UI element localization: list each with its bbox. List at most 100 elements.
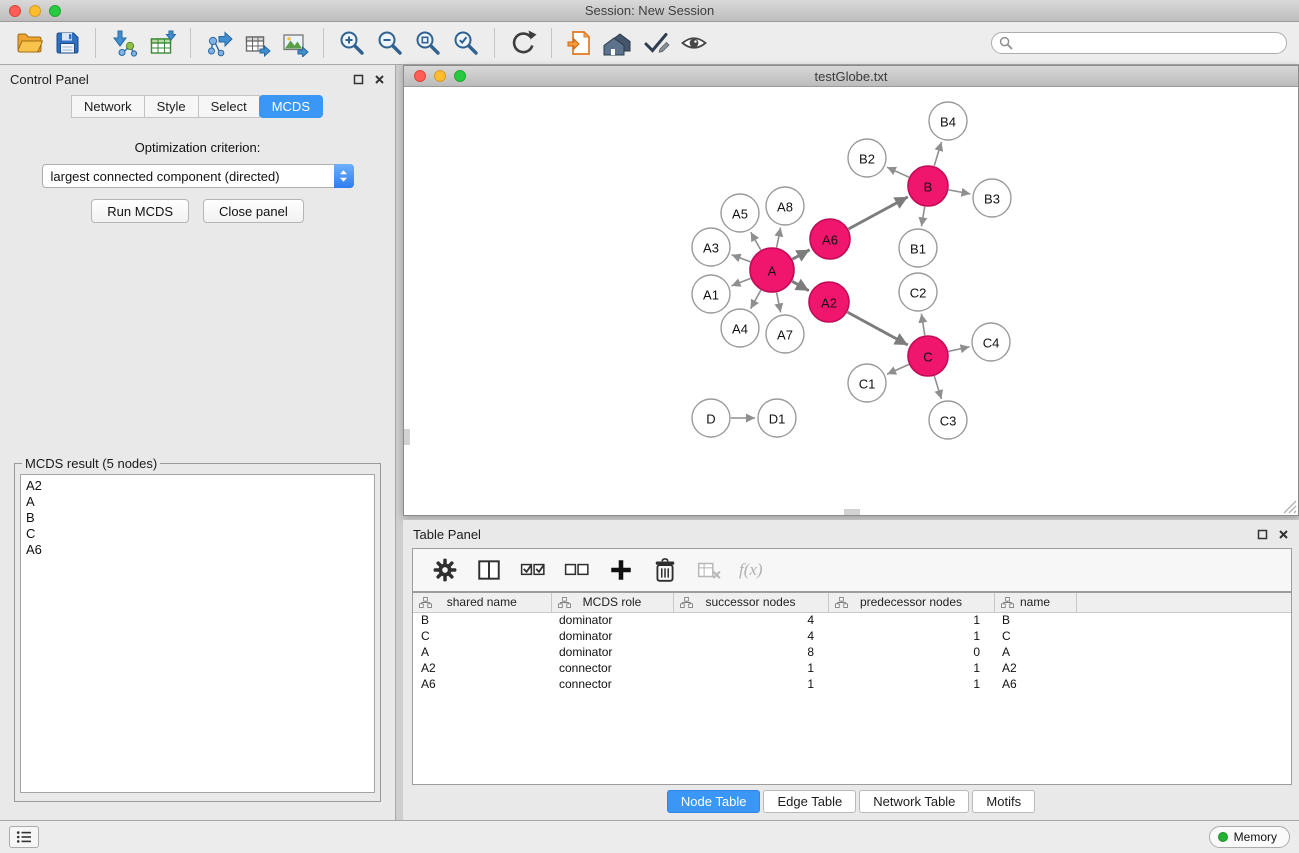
graph-edge-A2-C[interactable] [847, 312, 907, 345]
graph-node-C4[interactable]: C4 [972, 323, 1010, 361]
open-document-icon[interactable] [561, 25, 599, 61]
graph-node-D[interactable]: D [692, 399, 730, 437]
table-cell[interactable]: A6 [994, 676, 1076, 692]
table-cell[interactable]: connector [551, 676, 673, 692]
resize-grip-icon[interactable] [1283, 500, 1297, 514]
refresh-icon[interactable] [504, 25, 542, 61]
graph-edge-C-C2[interactable] [921, 314, 924, 336]
deselect-all-icon[interactable] [559, 552, 595, 588]
mcds-result-item[interactable]: A2 [23, 478, 372, 494]
network-graph[interactable]: B4B2BB3A8A5A6A3B1AC2A1A2A4A7C4CC1C3DD1 [404, 87, 1298, 515]
network-canvas[interactable]: B4B2BB3A8A5A6A3B1AC2A1A2A4A7C4CC1C3DD1 [404, 87, 1298, 515]
float-panel-icon[interactable] [353, 74, 364, 85]
table-row[interactable]: A6connector11A6 [413, 676, 1291, 692]
gear-icon[interactable] [427, 552, 463, 588]
column-header-MCDS-role[interactable]: MCDS role [551, 593, 673, 612]
run-mcds-button[interactable]: Run MCDS [91, 199, 189, 223]
graph-node-A4[interactable]: A4 [721, 309, 759, 347]
fullscreen-window-button[interactable] [49, 5, 61, 17]
home-icon[interactable] [599, 25, 637, 61]
table-cell[interactable]: B [994, 612, 1076, 628]
table-cell[interactable]: A2 [994, 660, 1076, 676]
memory-button[interactable]: Memory [1209, 826, 1290, 848]
graph-node-C3[interactable]: C3 [929, 401, 967, 439]
import-table-file-icon[interactable] [143, 25, 181, 61]
graph-edge-C-C4[interactable] [949, 347, 970, 352]
select-all-icon[interactable] [515, 552, 551, 588]
table-cell[interactable]: 1 [673, 660, 828, 676]
graph-node-A7[interactable]: A7 [766, 315, 804, 353]
minimize-window-button[interactable] [29, 5, 41, 17]
table-cell[interactable]: dominator [551, 612, 673, 628]
function-builder-icon[interactable]: f(x) [735, 560, 763, 580]
table-cell[interactable]: 4 [673, 628, 828, 644]
mcds-result-item[interactable]: C [23, 526, 372, 542]
search-input[interactable] [991, 32, 1287, 54]
graph-node-D1[interactable]: D1 [758, 399, 796, 437]
table-cell[interactable]: 1 [828, 612, 994, 628]
graph-node-C1[interactable]: C1 [848, 364, 886, 402]
graph-edge-B-B3[interactable] [949, 190, 971, 194]
graph-node-A2[interactable]: A2 [809, 282, 849, 322]
control-tab-style[interactable]: Style [144, 95, 199, 118]
close-window-button[interactable] [9, 5, 21, 17]
export-image-icon[interactable] [276, 25, 314, 61]
table-cell[interactable]: A [413, 644, 551, 660]
graph-node-A8[interactable]: A8 [766, 187, 804, 225]
mcds-result-item[interactable]: A6 [23, 542, 372, 558]
table-tab-motifs[interactable]: Motifs [972, 790, 1035, 813]
column-header-predecessor-nodes[interactable]: predecessor nodes [828, 593, 994, 612]
table-cell[interactable]: 1 [828, 628, 994, 644]
table-cell[interactable]: connector [551, 660, 673, 676]
save-session-icon[interactable] [48, 25, 86, 61]
control-tab-network[interactable]: Network [71, 95, 145, 118]
table-tab-node-table[interactable]: Node Table [667, 790, 761, 813]
graph-edge-A-A1[interactable] [732, 278, 751, 286]
table-row[interactable]: Bdominator41B [413, 612, 1291, 628]
column-layout-icon[interactable] [471, 552, 507, 588]
graph-node-B3[interactable]: B3 [973, 179, 1011, 217]
table-cell[interactable]: A [994, 644, 1076, 660]
graph-node-A5[interactable]: A5 [721, 194, 759, 232]
graph-edge-C-C1[interactable] [887, 365, 909, 375]
graph-edge-A-A2[interactable] [792, 281, 809, 290]
graph-edge-A6-B[interactable] [849, 197, 908, 229]
zoom-selected-icon[interactable] [447, 25, 485, 61]
graph-node-A1[interactable]: A1 [692, 275, 730, 313]
graph-edge-A-A8[interactable] [777, 228, 781, 248]
control-tab-select[interactable]: Select [198, 95, 260, 118]
column-header-successor-nodes[interactable]: successor nodes [673, 593, 828, 612]
graph-edge-B-B1[interactable] [922, 207, 925, 227]
table-row[interactable]: Adominator80A [413, 644, 1291, 660]
graph-node-C2[interactable]: C2 [899, 273, 937, 311]
open-folder-icon[interactable] [10, 25, 48, 61]
zoom-fit-icon[interactable] [409, 25, 447, 61]
table-row[interactable]: Cdominator41C [413, 628, 1291, 644]
table-cell[interactable]: A2 [413, 660, 551, 676]
zoom-out-icon[interactable] [371, 25, 409, 61]
graph-node-A[interactable]: A [750, 248, 794, 292]
column-header-name[interactable]: name [994, 593, 1076, 612]
graph-node-B4[interactable]: B4 [929, 102, 967, 140]
graph-node-B[interactable]: B [908, 166, 948, 206]
import-network-file-icon[interactable] [105, 25, 143, 61]
control-tab-mcds[interactable]: MCDS [259, 95, 323, 118]
table-cell[interactable]: B [413, 612, 551, 628]
table-cell[interactable]: 8 [673, 644, 828, 660]
graph-edge-B-B4[interactable] [934, 142, 941, 166]
graph-node-C[interactable]: C [908, 336, 948, 376]
close-panel-icon[interactable] [374, 74, 385, 85]
table-cell[interactable]: 1 [828, 676, 994, 692]
table-cell[interactable]: C [413, 628, 551, 644]
export-table-icon[interactable] [238, 25, 276, 61]
graph-node-B1[interactable]: B1 [899, 229, 937, 267]
table-cell[interactable]: C [994, 628, 1076, 644]
table-cell[interactable]: dominator [551, 628, 673, 644]
table-cell[interactable]: 4 [673, 612, 828, 628]
table-tab-edge-table[interactable]: Edge Table [763, 790, 856, 813]
table-cell[interactable]: 0 [828, 644, 994, 660]
close-table-panel-icon[interactable] [1278, 529, 1289, 540]
optimization-criterion-select[interactable]: largest connected component (directed) [42, 164, 354, 188]
pen-check-icon[interactable] [637, 25, 675, 61]
trash-icon[interactable] [647, 552, 683, 588]
